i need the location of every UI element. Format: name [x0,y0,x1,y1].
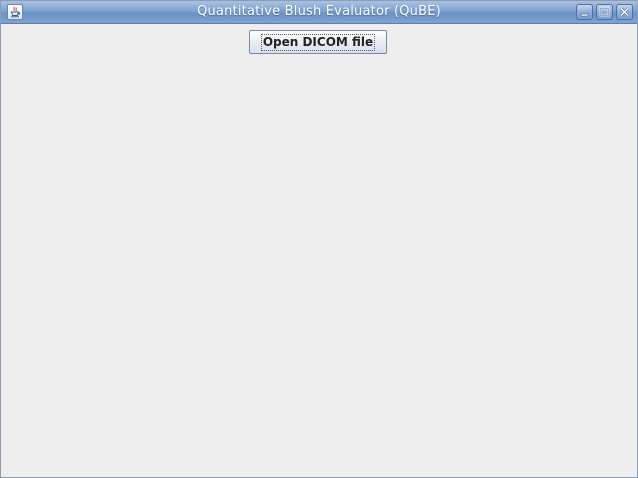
minimize-button[interactable] [576,4,593,20]
open-dicom-file-button[interactable]: Open DICOM file [249,30,387,54]
app-window: Quantitative Blush Evaluator (QuBE) Open… [0,0,638,478]
open-dicom-file-label: Open DICOM file [260,33,376,51]
title-bar[interactable]: Quantitative Blush Evaluator (QuBE) [1,1,637,24]
maximize-button[interactable] [596,4,613,20]
window-title: Quantitative Blush Evaluator (QuBE) [197,4,441,19]
minimize-icon [580,13,589,17]
maximize-icon [599,7,610,17]
main-panel: Open DICOM file [1,24,637,477]
close-icon [620,7,629,17]
window-controls [576,4,633,20]
close-button[interactable] [616,4,633,20]
